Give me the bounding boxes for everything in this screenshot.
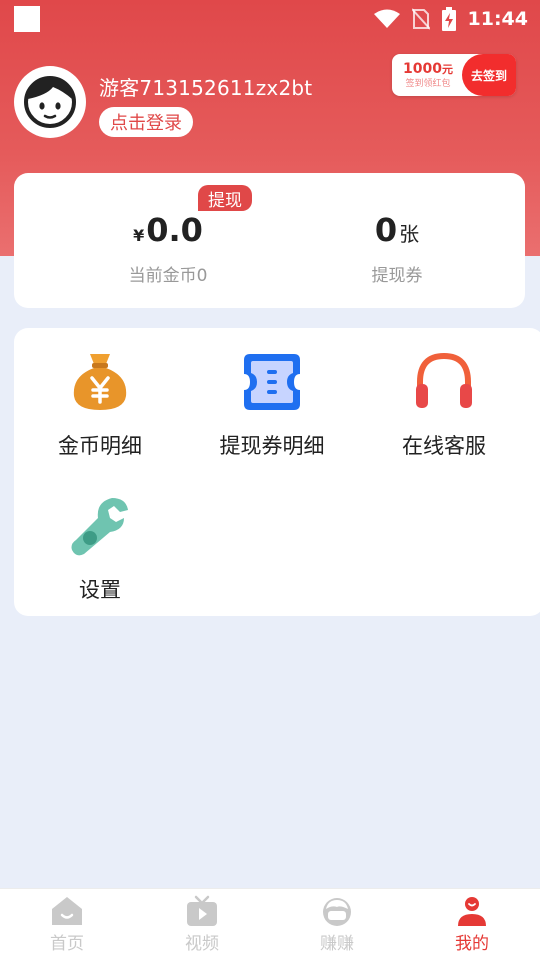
voucher-label: 提现券 xyxy=(371,266,423,286)
balance-card: 提现 ¥ 0.0 当前金币0 0 张 提现券 xyxy=(14,173,525,308)
menu-label: 在线客服 xyxy=(402,434,486,458)
face-icon xyxy=(323,898,351,926)
signin-button[interactable]: 去签到 xyxy=(462,54,516,96)
menu-item-customer-service[interactable]: 在线客服 xyxy=(358,350,530,460)
user-avatar-icon xyxy=(24,76,76,128)
nav-item-mine[interactable]: 我的 xyxy=(432,895,512,954)
home-icon xyxy=(52,897,82,925)
status-time: 11:44 xyxy=(467,8,528,30)
nav-item-home[interactable]: 首页 xyxy=(27,895,107,954)
voucher-value: 0 xyxy=(374,211,398,249)
menu-label: 提现券明细 xyxy=(219,434,325,458)
wrench-icon xyxy=(71,498,128,556)
menu-label: 设置 xyxy=(79,578,121,602)
nav-label: 视频 xyxy=(185,934,219,954)
withdraw-tag[interactable]: 提现 xyxy=(198,185,252,211)
coin-balance[interactable]: ¥ 0.0 当前金币0 xyxy=(68,211,268,286)
signin-amount-unit: 元 xyxy=(441,62,453,76)
status-bar: 11:44 xyxy=(0,0,540,38)
username: 游客713152611zx2bt xyxy=(99,76,313,100)
wifi-icon xyxy=(373,9,400,28)
battery-charging-icon xyxy=(441,7,456,31)
nav-label: 赚赚 xyxy=(320,934,354,954)
signin-subtitle: 签到领红包 xyxy=(405,78,451,89)
menu-item-settings[interactable]: 设置 xyxy=(14,494,186,604)
menu-card: 金币明细 提现券明细 在线客服 设置 xyxy=(14,328,540,616)
bottom-nav: 首页 视频 赚赚 我的 xyxy=(0,888,540,960)
login-button[interactable]: 点击登录 xyxy=(99,107,193,137)
voucher-balance[interactable]: 0 张 提现券 xyxy=(297,211,497,286)
menu-label: 金币明细 xyxy=(58,434,142,458)
signin-amount: 1000元 xyxy=(403,60,453,77)
coin-label: 当前金币0 xyxy=(128,266,208,286)
menu-item-voucher-details[interactable]: 提现券明细 xyxy=(186,350,358,460)
headphones-icon xyxy=(416,352,472,408)
nav-item-earn[interactable]: 赚赚 xyxy=(297,895,377,954)
tv-icon xyxy=(187,895,217,926)
signin-reward: 1000元 签到领红包 xyxy=(392,54,464,96)
signin-badge[interactable]: 1000元 签到领红包 去签到 xyxy=(392,54,516,96)
no-sim-icon xyxy=(411,8,430,30)
avatar[interactable] xyxy=(14,66,86,138)
nav-label: 首页 xyxy=(50,934,84,954)
money-bag-icon xyxy=(73,354,127,410)
voucher-icon xyxy=(244,354,300,410)
person-icon xyxy=(458,897,486,926)
currency-symbol: ¥ xyxy=(133,226,145,245)
nav-label: 我的 xyxy=(455,934,489,954)
notification-icon xyxy=(14,6,40,32)
menu-item-coin-details[interactable]: 金币明细 xyxy=(14,350,186,460)
coin-value: 0.0 xyxy=(146,211,203,249)
voucher-unit: 张 xyxy=(399,222,420,246)
nav-item-video[interactable]: 视频 xyxy=(162,895,242,954)
